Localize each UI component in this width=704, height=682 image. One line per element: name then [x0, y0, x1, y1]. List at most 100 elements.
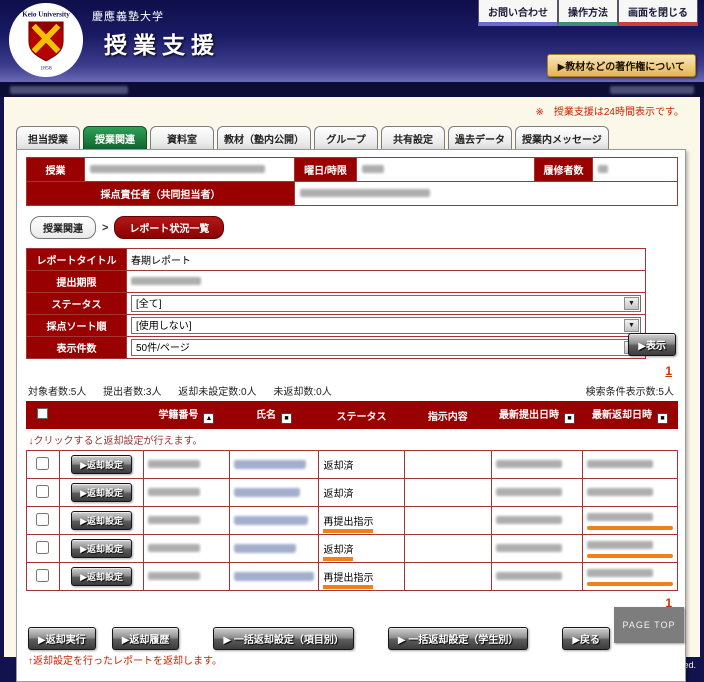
deadline-label: 提出期限	[27, 271, 127, 293]
return-setting-button[interactable]: ▶返却設定	[71, 511, 132, 530]
return-date-underline	[587, 582, 673, 586]
return-setting-button[interactable]: ▶返却設定	[71, 567, 132, 586]
row-checkbox[interactable]	[36, 485, 49, 498]
return-setting-button[interactable]: ▶返却設定	[71, 539, 132, 558]
page-size-select[interactable]: 50件/ページ ▼	[131, 339, 641, 356]
status-text: 再提出指示	[323, 517, 373, 533]
redacted-datetime	[610, 86, 694, 94]
tab-share-settings[interactable]: 共有設定	[381, 126, 445, 149]
redacted-grader-names	[300, 189, 430, 197]
row-checkbox[interactable]	[36, 457, 49, 470]
name-header: 氏名■	[229, 402, 319, 429]
redacted-return-date	[587, 460, 653, 468]
return-setting-button[interactable]: ▶返却設定	[71, 483, 132, 502]
stat-return-unset: 返却未設定数:0人	[178, 387, 256, 398]
student-name-link[interactable]	[234, 516, 308, 524]
stat-targets: 対象者数:5人	[28, 387, 86, 398]
return-setting-column-header	[59, 402, 143, 429]
student-id-header: 学籍番号▲	[144, 402, 229, 429]
content-area: ※ 授業支援は24時間表示です。 担当授業 授業関連 資料室 教材（塾内公開） …	[0, 97, 704, 657]
tab-class-messages[interactable]: 授業内メッセージ	[515, 126, 609, 149]
redacted-user-name	[10, 86, 128, 94]
status-text: 再提出指示	[323, 573, 373, 589]
latest-return-header: 最新返却日時■	[582, 402, 677, 429]
page-title: 授業支援	[104, 26, 220, 60]
redacted-submit-date	[496, 460, 562, 468]
tab-resource-room[interactable]: 資料室	[150, 126, 214, 149]
tab-class-related[interactable]: 授業関連	[83, 126, 147, 149]
redacted-class-name	[90, 165, 265, 173]
redacted-deadline	[131, 277, 201, 285]
page-link-1[interactable]: 1	[665, 364, 672, 378]
status-text: 返却済	[323, 545, 353, 561]
sort-asc-icon[interactable]: ▲	[203, 413, 214, 424]
select-all-checkbox[interactable]	[37, 408, 48, 419]
redacted-return-date	[587, 513, 653, 521]
stat-submitted: 提出者数:3人	[103, 387, 161, 398]
sort-order-label: 採点ソート順	[27, 315, 127, 337]
tab-past-data[interactable]: 過去データ	[448, 126, 512, 149]
redacted-student-id	[148, 544, 200, 552]
sort-order-select[interactable]: [使用しない] ▼	[131, 317, 641, 334]
chevron-down-icon[interactable]: ▼	[624, 319, 639, 332]
stat-unreturned: 未返却数:0人	[273, 387, 331, 398]
execute-return-button[interactable]: ▶返却実行	[28, 627, 96, 650]
notice-24h: ※ 授業支援は24時間表示です。	[4, 99, 700, 120]
how-to-use-button[interactable]: 操作方法	[558, 0, 618, 26]
user-bar	[0, 82, 704, 97]
breadcrumb-separator: >	[102, 222, 108, 234]
breadcrumb-current: レポート状況一覧	[114, 216, 224, 239]
back-button[interactable]: ▶戻る	[562, 627, 610, 650]
status-text: 返却済	[323, 489, 353, 500]
student-name-link[interactable]	[234, 460, 306, 468]
keio-logo: Keio University 1858	[8, 2, 84, 78]
sort-icon[interactable]: ■	[657, 413, 668, 424]
main-panel: 授業 曜日/時限 履修者数 採点責任者（共同担当者） 授業関連 > レポート状況…	[16, 149, 686, 682]
materials-copyright-button[interactable]: ▶教材などの著作権について	[547, 54, 696, 77]
status-filter-label: ステータス	[27, 293, 127, 315]
bulk-return-by-item-button[interactable]: ▶ 一括返却設定（項目別）	[213, 627, 353, 650]
sort-icon[interactable]: ■	[281, 413, 292, 424]
redacted-return-date	[587, 488, 653, 496]
tab-bar: 担当授業 授業関連 資料室 教材（塾内公開） グループ 共有設定 過去データ 授…	[16, 126, 686, 149]
bulk-return-by-student-button[interactable]: ▶ 一括返却設定（学生別）	[388, 627, 528, 650]
redacted-submit-date	[496, 488, 562, 496]
breadcrumb-parent-button[interactable]: 授業関連	[30, 216, 96, 239]
sort-icon[interactable]: ■	[564, 413, 575, 424]
student-name-link[interactable]	[234, 488, 300, 496]
display-button[interactable]: ▶表示	[628, 333, 676, 356]
row-checkbox[interactable]	[36, 541, 49, 554]
instruction-cell	[404, 535, 491, 563]
row-checkbox[interactable]	[36, 513, 49, 526]
page-top-button[interactable]: PAGE TOP	[614, 607, 684, 643]
stats-bar: 対象者数:5人 提出者数:3人 返却未設定数:0人 未返却数:0人 検索条件表示…	[26, 381, 676, 401]
close-screen-button[interactable]: 画面を閉じる	[618, 0, 698, 26]
report-search-form: レポートタイトル 春期レポート 提出期限 ステータス [全て] ▼	[26, 248, 676, 359]
breadcrumb: 授業関連 > レポート状況一覧	[30, 216, 672, 239]
instruction-cell	[404, 451, 491, 479]
chevron-down-icon[interactable]: ▼	[624, 297, 639, 310]
instruction-header: 指示内容	[404, 402, 491, 429]
redacted-submit-date	[496, 516, 562, 524]
tab-materials[interactable]: 教材（塾内公開）	[217, 126, 311, 149]
return-date-underline	[587, 554, 673, 558]
report-status-table: 学籍番号▲ 氏名■ ステータス 指示内容 最新提出日時■ 最新返却日時■ ↓クリ…	[26, 401, 678, 591]
pagination-bottom: 1	[26, 591, 676, 613]
return-history-button[interactable]: ▶返却履歴	[112, 627, 180, 650]
contact-button[interactable]: お問い合わせ	[478, 0, 558, 26]
status-select-value: [全て]	[136, 299, 162, 310]
student-name-link[interactable]	[234, 544, 296, 552]
row-checkbox[interactable]	[36, 569, 49, 582]
status-select[interactable]: [全て] ▼	[131, 295, 641, 312]
redacted-student-id	[148, 516, 200, 524]
table-row: ▶返却設定 返却済	[27, 535, 678, 563]
instruction-cell	[404, 507, 491, 535]
table-row: ▶返却設定 返却済	[27, 451, 678, 479]
redacted-return-date	[587, 541, 653, 549]
class-info-table: 授業 曜日/時限 履修者数 採点責任者（共同担当者）	[26, 157, 678, 206]
tab-assigned-classes[interactable]: 担当授業	[16, 126, 80, 149]
return-setting-button[interactable]: ▶返却設定	[71, 455, 132, 474]
app-header: Keio University 1858 慶應義塾大学 授業支援 お問い合わせ …	[0, 0, 704, 82]
tab-group[interactable]: グループ	[314, 126, 378, 149]
student-name-link[interactable]	[234, 572, 314, 580]
